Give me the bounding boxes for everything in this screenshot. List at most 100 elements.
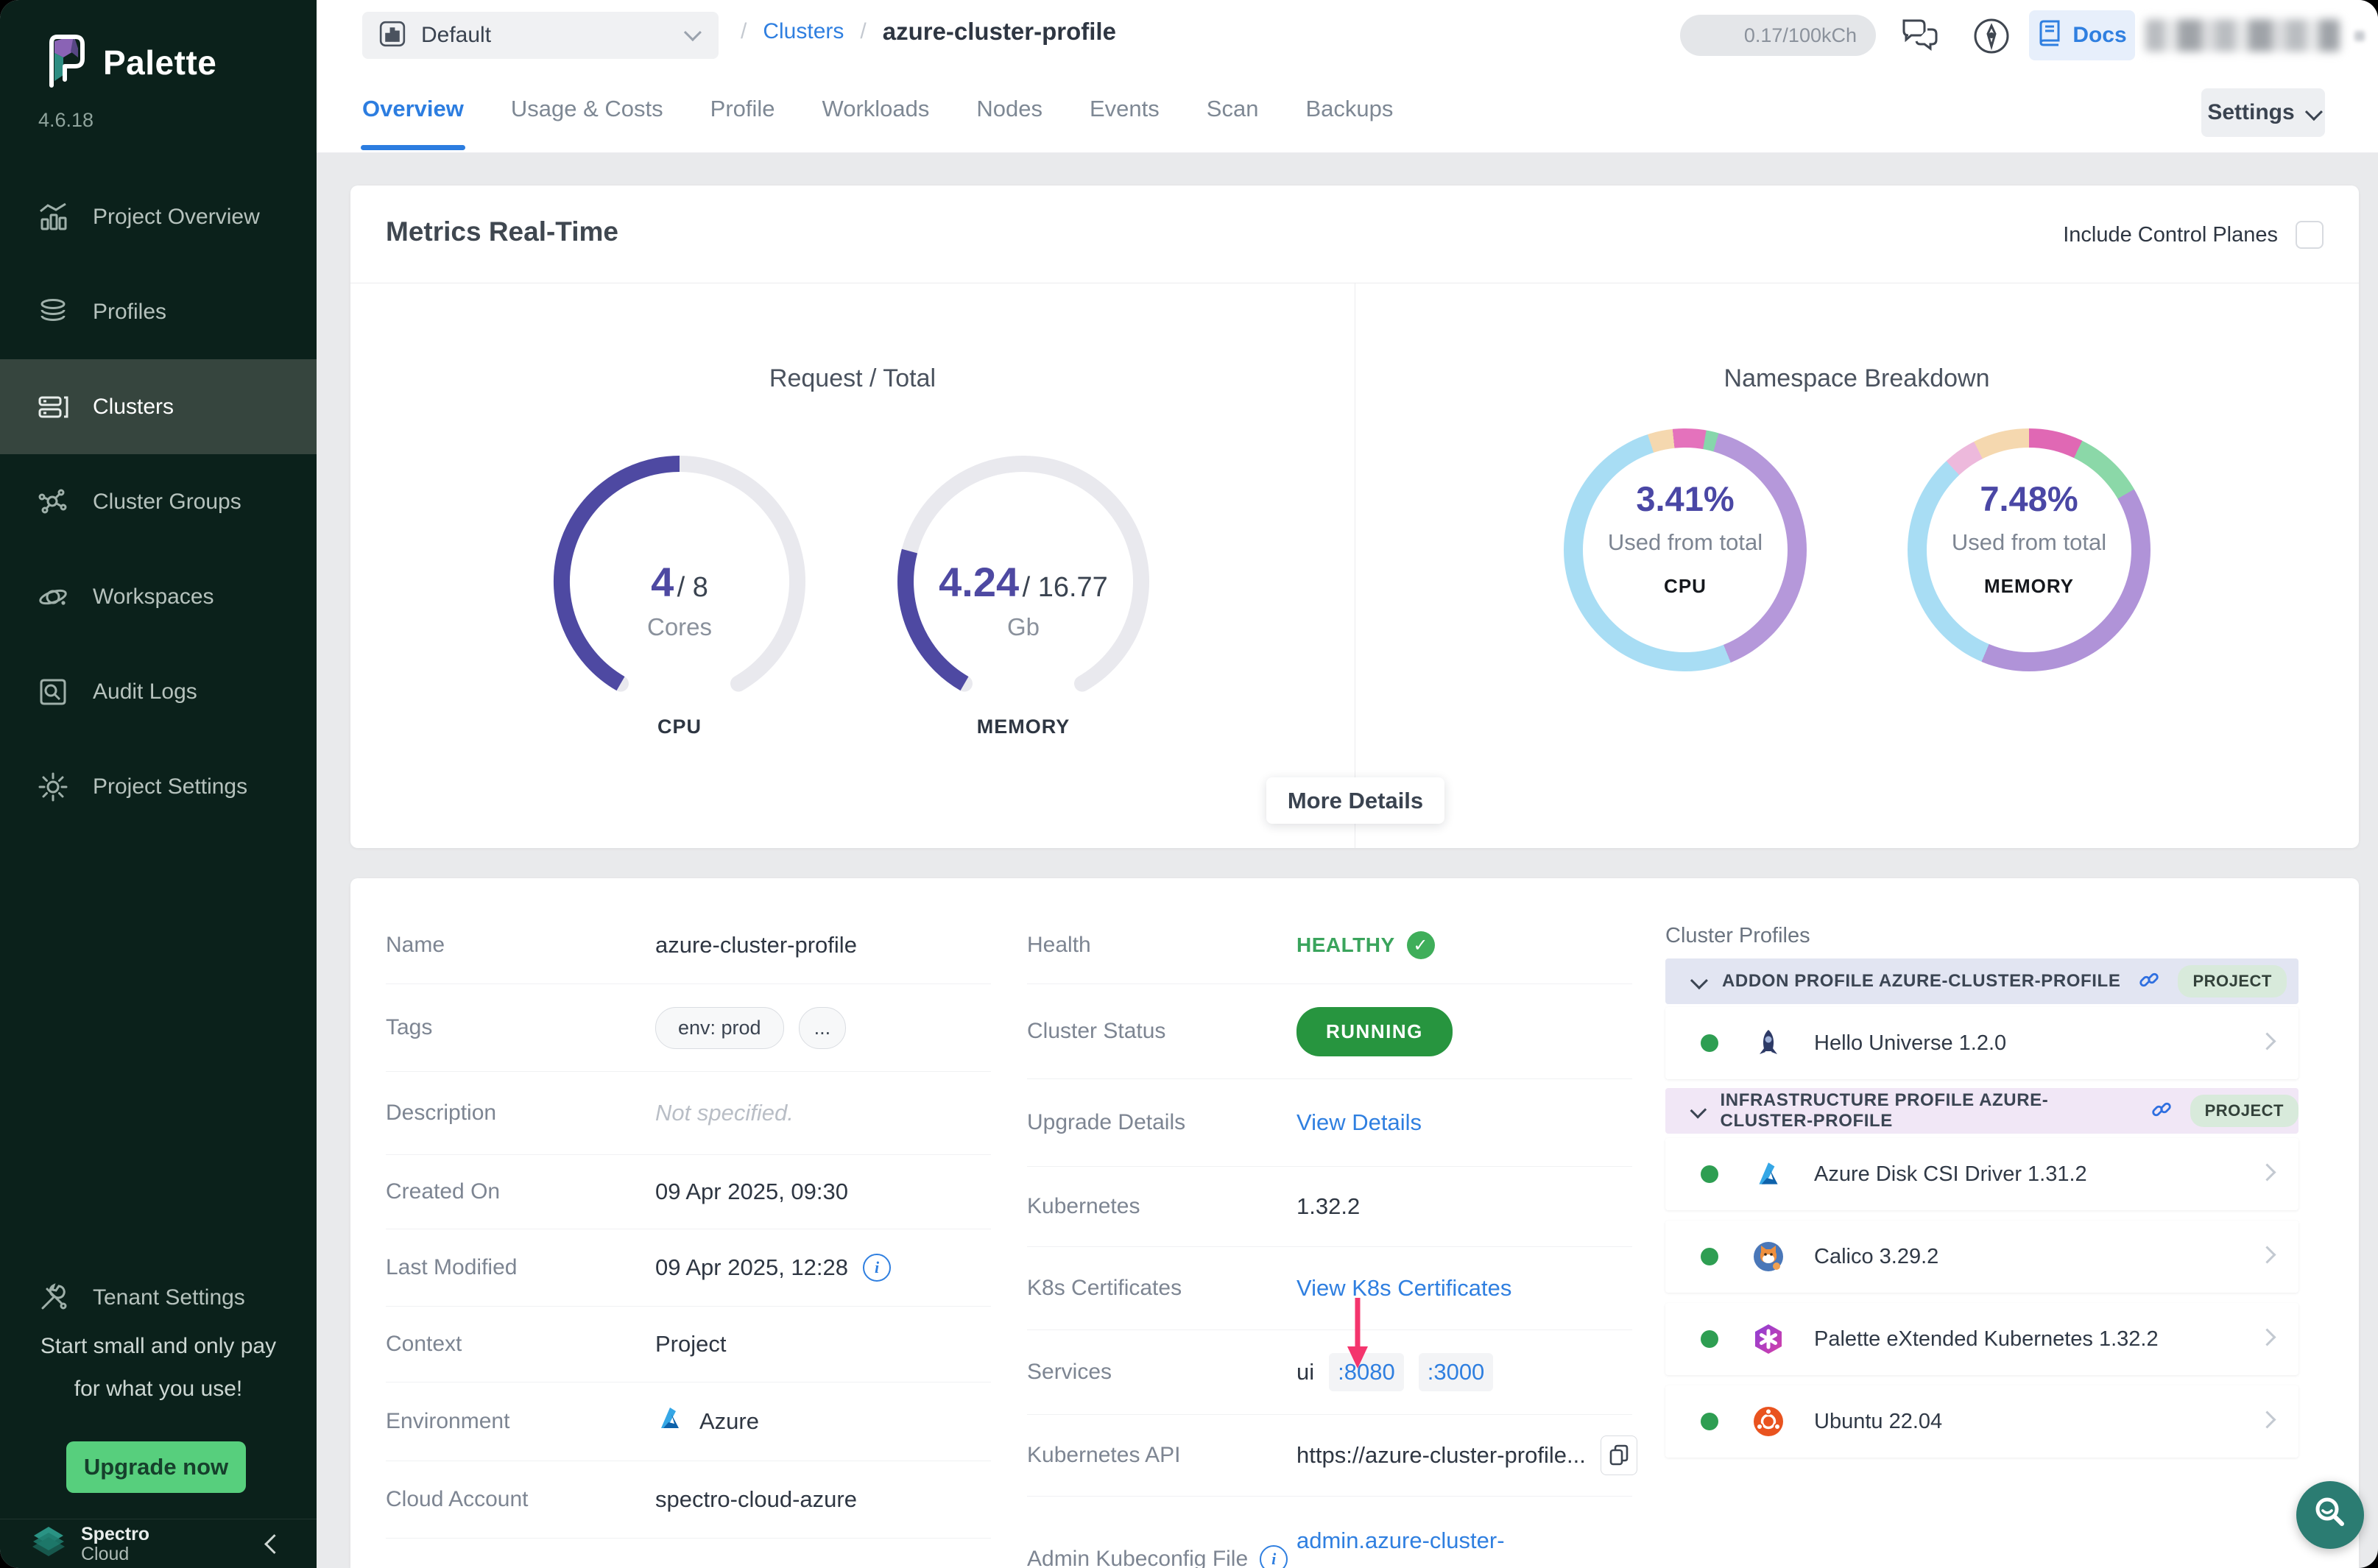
detail-row-description: Description Not specified. — [386, 1072, 991, 1155]
sidebar-item-clusters[interactable]: Clusters — [0, 359, 317, 454]
view-k8s-certificates-link[interactable]: View K8s Certificates — [1296, 1275, 1511, 1302]
cpu-namespace-donut: 3.41% Used from total CPU — [1564, 428, 1807, 671]
palette-kubernetes-icon — [1751, 1323, 1786, 1355]
tab-events[interactable]: Events — [1090, 96, 1160, 150]
cpu-donut-value: 3.41% — [1534, 478, 1836, 519]
kubeconfig-file-link[interactable]: admin.azure-cluster-profile.kubeconfig — [1296, 1522, 1606, 1568]
sidebar-item-label: Tenant Settings — [93, 1285, 245, 1310]
layers-icon — [35, 296, 71, 328]
profile-row-hello-universe[interactable]: Hello Universe 1.2.0 — [1665, 1007, 2298, 1079]
compass-icon[interactable] — [1972, 16, 2011, 60]
sidebar-item-label: Cluster Groups — [93, 490, 241, 515]
tab-profile[interactable]: Profile — [710, 96, 775, 150]
profile-row-pxk[interactable]: Palette eXtended Kubernetes 1.32.2 — [1665, 1303, 2298, 1375]
gear-icon — [35, 771, 71, 803]
feedback-chat-icon[interactable] — [1898, 16, 1941, 61]
metrics-title: Metrics Real-Time — [386, 216, 618, 247]
user-menu-dot — [2354, 31, 2365, 41]
book-icon — [2037, 18, 2062, 52]
tab-overview[interactable]: Overview — [362, 96, 464, 150]
palette-logo-icon — [41, 29, 87, 95]
detail-row-modified: Last Modified 09 Apr 2025, 12:28 i — [386, 1229, 991, 1307]
sidebar-item-profiles[interactable]: Profiles — [0, 264, 317, 359]
tab-scan[interactable]: Scan — [1207, 96, 1259, 150]
annotation-arrow — [1341, 1296, 1374, 1370]
infra-profile-header[interactable]: INFRASTRUCTURE PROFILE AZURE-CLUSTER-PRO… — [1665, 1088, 2298, 1134]
cluster-name-value: azure-cluster-profile — [655, 932, 857, 958]
addon-profile-header[interactable]: ADDON PROFILE AZURE-CLUSTER-PROFILE PROJ… — [1665, 958, 2298, 1004]
settings-button[interactable]: Settings — [2201, 88, 2325, 137]
copy-icon[interactable] — [1601, 1435, 1637, 1475]
tab-workloads[interactable]: Workloads — [822, 96, 930, 150]
more-details-button[interactable]: More Details — [1266, 777, 1444, 824]
app-version: 4.6.18 — [38, 109, 94, 132]
project-selector[interactable]: Default — [362, 12, 719, 59]
detail-row-cluster-status: Cluster Status RUNNING — [1027, 984, 1632, 1079]
cpu-caption: CPU — [540, 716, 819, 738]
chevron-down-icon — [1690, 1101, 1707, 1117]
profile-row-azure-csi[interactable]: Azure Disk CSI Driver 1.31.2 — [1665, 1138, 2298, 1210]
detail-row-services: Services ui :8080 :3000 — [1027, 1330, 1632, 1415]
sidebar-item-workspaces[interactable]: Workspaces — [0, 549, 317, 644]
project-selector-icon — [378, 20, 406, 52]
detail-row-upgrade: Upgrade Details View Details — [1027, 1079, 1632, 1167]
sidebar-item-project-overview[interactable]: Project Overview — [0, 169, 317, 264]
info-icon[interactable]: i — [863, 1254, 891, 1282]
details-left-column: Name azure-cluster-profile Tags env: pro… — [386, 907, 991, 1568]
search-fab[interactable] — [2296, 1481, 2364, 1549]
sidebar-item-audit-logs[interactable]: Audit Logs — [0, 644, 317, 739]
collapse-sidebar-icon[interactable] — [267, 1537, 281, 1555]
docs-button[interactable]: Docs — [2029, 10, 2135, 60]
server-icon — [35, 391, 71, 423]
sidebar-item-label: Project Overview — [93, 205, 260, 230]
link-icon[interactable] — [2138, 969, 2160, 995]
azure-icon — [1751, 1159, 1786, 1190]
profile-row-ubuntu[interactable]: Ubuntu 22.04 — [1665, 1385, 2298, 1458]
tag-more[interactable]: ... — [799, 1007, 847, 1049]
network-icon — [35, 486, 71, 518]
kubernetes-api-url: https://azure-cluster-profile... — [1296, 1442, 1586, 1469]
breadcrumb-clusters-link[interactable]: Clusters — [763, 19, 844, 44]
profile-row-calico[interactable]: Calico 3.29.2 — [1665, 1221, 2298, 1293]
request-total-title: Request / Total — [350, 364, 1355, 393]
tab-backups[interactable]: Backups — [1305, 96, 1393, 150]
chevron-down-icon — [685, 27, 698, 43]
metrics-card: Metrics Real-Time Include Control Planes… — [350, 186, 2359, 848]
memory-gauge: 4.24 / 16.77 Gb MEMORY — [883, 442, 1163, 721]
upgrade-now-button[interactable]: Upgrade now — [66, 1441, 246, 1493]
azure-icon — [655, 1404, 685, 1439]
chevron-right-icon — [2261, 1166, 2273, 1182]
brand-name: Palette — [103, 43, 216, 82]
sidebar-item-project-settings[interactable]: Project Settings — [0, 739, 317, 834]
user-name-redacted[interactable] — [2145, 19, 2340, 52]
tab-usage-costs[interactable]: Usage & Costs — [511, 96, 663, 150]
palette-app: Palette 4.6.18 Project Overview — [0, 0, 2378, 1568]
banner-line2: for what you use! — [0, 1368, 317, 1410]
sidebar-item-cluster-groups[interactable]: Cluster Groups — [0, 454, 317, 549]
service-port-3000-link[interactable]: :3000 — [1419, 1353, 1494, 1391]
project-selector-value: Default — [421, 23, 491, 48]
cpu-used-value: 4 — [651, 559, 674, 605]
include-control-planes-checkbox[interactable] — [2296, 221, 2324, 249]
detail-row-certs: K8s Certificates View K8s Certificates — [1027, 1247, 1632, 1330]
tag-env-prod[interactable]: env: prod — [655, 1007, 784, 1049]
cluster-tabs: Overview Usage & Costs Profile Workloads… — [362, 96, 1393, 150]
detail-row-kubernetes: Kubernetes 1.32.2 — [1027, 1167, 1632, 1247]
memory-namespace-donut: 7.48% Used from total MEMORY — [1908, 428, 2151, 671]
addon-profile-title: ADDON PROFILE AZURE-CLUSTER-PROFILE — [1722, 971, 2120, 992]
detail-row-api: Kubernetes API https://azure-cluster-pro… — [1027, 1415, 1632, 1497]
view-details-link[interactable]: View Details — [1296, 1109, 1422, 1136]
detail-row-name: Name azure-cluster-profile — [386, 907, 991, 984]
tab-nodes[interactable]: Nodes — [976, 96, 1042, 150]
calico-icon — [1751, 1240, 1786, 1273]
status-dot — [1701, 1248, 1718, 1265]
detail-row-health: Health HEALTHY ✓ — [1027, 907, 1632, 984]
footer-brand: Spectro Cloud — [81, 1525, 149, 1564]
sidebar-footer: Spectro Cloud — [0, 1519, 317, 1568]
chevron-right-icon — [2261, 1331, 2273, 1347]
info-icon[interactable]: i — [1260, 1545, 1288, 1568]
link-icon[interactable] — [2151, 1098, 2173, 1124]
memory-total-value: / 16.77 — [1023, 572, 1108, 603]
cpu-donut-caption: CPU — [1534, 575, 1836, 598]
details-middle-column: Health HEALTHY ✓ Cluster Status RUNNING … — [1027, 907, 1632, 1568]
